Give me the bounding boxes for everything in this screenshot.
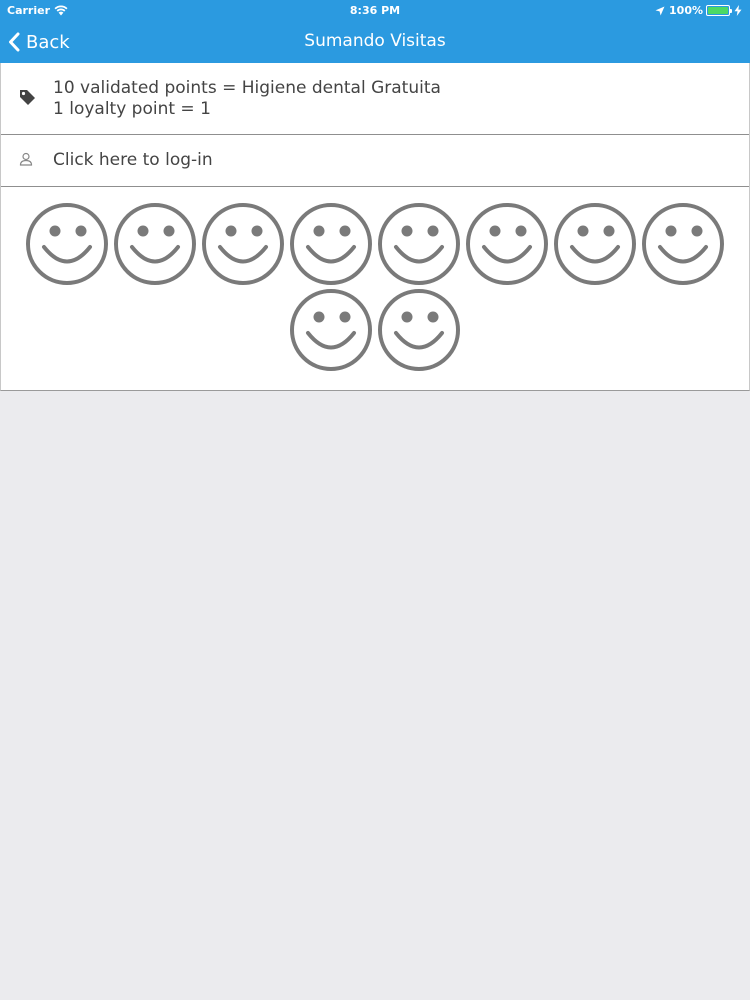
location-arrow-icon <box>655 6 665 15</box>
smiley-icon <box>202 203 284 285</box>
smiley-icon <box>290 289 372 371</box>
smiley-icon <box>554 203 636 285</box>
smiley-icon <box>378 289 460 371</box>
smiley-icon <box>642 203 724 285</box>
smiley-icon <box>290 203 372 285</box>
point-smiley-icon <box>639 201 727 287</box>
point-smiley-icon <box>287 287 375 373</box>
point-smiley-icon <box>375 287 463 373</box>
login-label: Click here to log-in <box>53 150 213 170</box>
battery-level <box>708 7 728 14</box>
status-right: 100% <box>655 4 742 17</box>
tag-icon <box>20 90 35 105</box>
top-bar: Carrier 8:36 PM 100% Back Sumando Visita… <box>0 0 750 63</box>
loyalty-card: 10 validated points = Higiene dental Gra… <box>0 63 750 391</box>
point-smiley-icon <box>199 201 287 287</box>
battery-percent: 100% <box>669 4 703 17</box>
point-smiley-icon <box>551 201 639 287</box>
smiley-icon <box>378 203 460 285</box>
point-smiley-icon <box>375 201 463 287</box>
navigation-bar: Back Sumando Visitas <box>0 22 750 63</box>
point-smiley-icon <box>287 201 375 287</box>
point-value-rule: 1 loyalty point = 1 <box>53 99 211 119</box>
reward-info-row: 10 validated points = Higiene dental Gra… <box>1 63 749 135</box>
status-time: 8:36 PM <box>349 4 401 17</box>
points-grid <box>1 201 749 373</box>
smiley-icon <box>114 203 196 285</box>
point-smiley-icon <box>463 201 551 287</box>
user-icon <box>19 152 33 166</box>
login-row[interactable]: Click here to log-in <box>1 135 749 187</box>
page-title: Sumando Visitas <box>304 31 446 51</box>
reward-rule: 10 validated points = Higiene dental Gra… <box>53 78 441 98</box>
battery-icon <box>706 5 732 16</box>
point-smiley-icon <box>111 201 199 287</box>
charging-bolt-icon <box>734 5 742 16</box>
point-smiley-icon <box>23 201 111 287</box>
smiley-icon <box>466 203 548 285</box>
status-bar: Carrier 8:36 PM 100% <box>0 0 750 22</box>
smiley-icon <box>26 203 108 285</box>
